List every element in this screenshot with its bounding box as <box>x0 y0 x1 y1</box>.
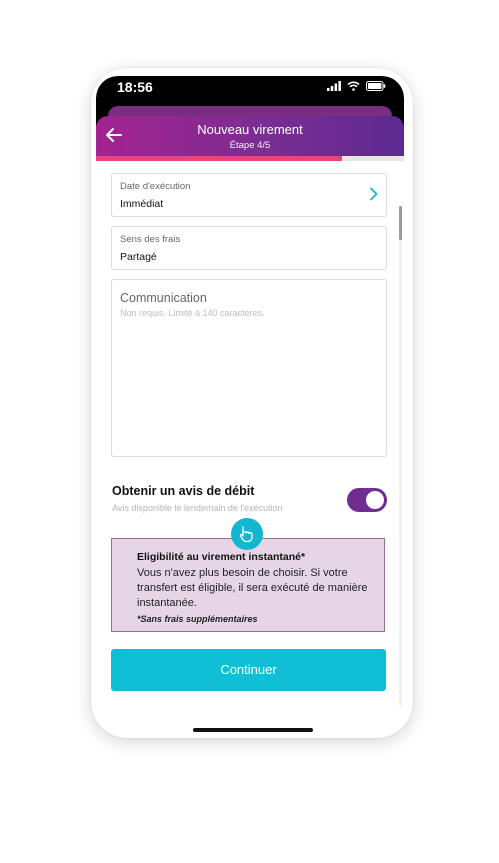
continue-button[interactable]: Continuer <box>111 649 386 691</box>
fees-value: Partagé <box>120 251 157 263</box>
scrollbar-track[interactable] <box>399 206 402 706</box>
progress-fill <box>96 156 343 161</box>
debit-notice-subtitle: Avis disponible le lendemain de l'exécut… <box>112 503 283 513</box>
execution-date-label: Date d'exécution <box>120 181 191 192</box>
toggle-knob <box>366 491 384 509</box>
debit-notice-title: Obtenir un avis de débit <box>112 484 255 498</box>
info-body: Vous n'avez plus besoin de choisir. Si v… <box>137 567 368 609</box>
info-note: *Sans frais supplémentaires <box>137 614 258 624</box>
execution-date-value: Immédiat <box>120 198 164 210</box>
step-indicator: Étape 4/5 <box>229 140 271 151</box>
communication-textarea[interactable]: Communication Non requis. Limité à 140 c… <box>111 279 387 457</box>
status-icons <box>327 81 386 91</box>
scrollbar-thumb[interactable] <box>399 206 402 240</box>
execution-date-field[interactable]: Date d'exécution Immédiat <box>111 173 387 217</box>
progress-bar <box>96 156 404 161</box>
app-header: Nouveau virement Étape 4/5 <box>96 116 404 156</box>
fees-label: Sens des frais <box>120 234 181 245</box>
hand-pointer-icon <box>231 518 263 550</box>
battery-icon <box>366 81 386 91</box>
app-screen: 18:56 Nouveau virement Étape 4/5 Date d'… <box>96 76 404 716</box>
wifi-icon <box>347 81 360 91</box>
instant-transfer-info-box: Eligibilité au virement instantané* Vous… <box>111 538 385 632</box>
debit-notice-toggle[interactable] <box>347 488 387 512</box>
info-title: Eligibilité au virement instantané* <box>137 551 306 563</box>
signal-icon <box>327 81 341 91</box>
status-time: 18:56 <box>117 79 153 95</box>
communication-label: Communication <box>120 291 207 305</box>
communication-placeholder: Non requis. Limité à 140 caractères. <box>120 308 265 318</box>
fees-field[interactable]: Sens des frais Partagé <box>111 226 387 270</box>
home-indicator[interactable] <box>193 728 313 732</box>
chevron-right-icon[interactable] <box>369 187 379 201</box>
page-title: Nouveau virement <box>197 122 303 137</box>
